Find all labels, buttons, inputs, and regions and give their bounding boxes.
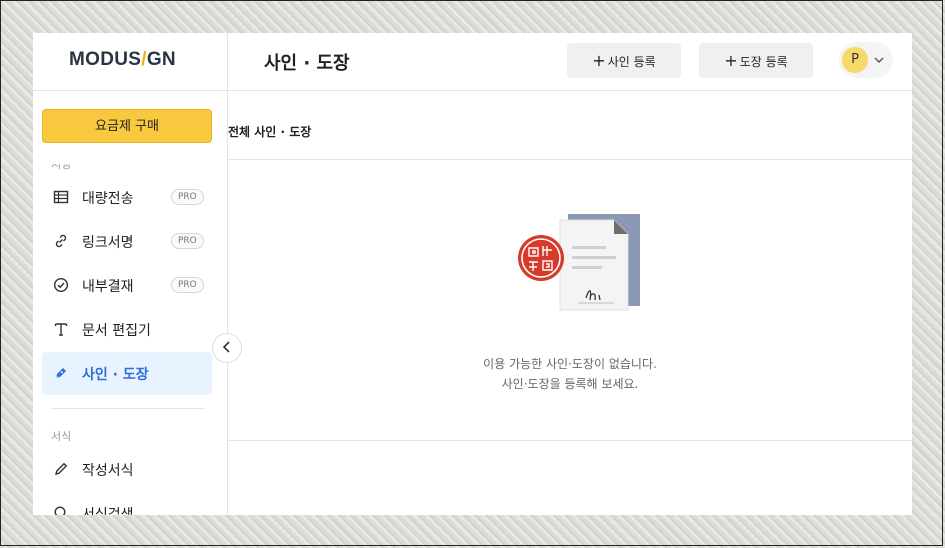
sidebar-item-label: 서식검색 <box>82 507 134 515</box>
plus-icon: + <box>724 51 738 70</box>
sidebar-item-label: 내부결재 <box>82 279 134 295</box>
collapse-sidebar-button[interactable] <box>212 333 242 363</box>
sidebar-nav[interactable]: 서명 대량전송 PRO 링크서명 PRO 내부결재 PRO 문서 편집기 사인 … <box>33 164 227 515</box>
header: 사인 · 도장 + 사인 등록 + 도장 등록 P <box>228 33 912 91</box>
sidebar: MODUS/GN 요금제 구매 서명 대량전송 PRO 링크서명 PRO 내부결… <box>33 33 228 515</box>
text-icon <box>52 321 70 339</box>
empty-message: 이용 가능한 사인·도장이 없습니다. <box>483 357 657 371</box>
sidebar-item-written-forms[interactable]: 작성서식 <box>42 448 212 491</box>
pro-badge: PRO <box>171 277 204 293</box>
sidebar-item-bulk-send[interactable]: 대량전송 PRO <box>42 176 212 219</box>
sidebar-divider <box>51 408 205 409</box>
table-icon <box>52 189 70 207</box>
add-stamp-button[interactable]: + 도장 등록 <box>699 43 813 78</box>
add-sign-button[interactable]: + 사인 등록 <box>567 43 681 78</box>
avatar: P <box>842 47 868 73</box>
pencil-icon <box>52 461 70 479</box>
section-label-sign: 서명 <box>51 164 72 171</box>
sidebar-item-label: 작성서식 <box>82 463 134 479</box>
pro-badge: PRO <box>171 189 204 205</box>
section-label-forms: 서식 <box>51 430 72 443</box>
chevron-left-icon <box>222 338 232 357</box>
logo-text-left: MODUS <box>69 49 142 70</box>
pro-badge: PRO <box>171 233 204 249</box>
content-subheader: 전체 사인 · 도장 <box>228 91 912 160</box>
link-icon <box>52 233 70 251</box>
app-window: MODUS/GN 요금제 구매 서명 대량전송 PRO 링크서명 PRO 내부결… <box>33 33 912 515</box>
empty-hint: 사인·도장을 등록해 보세요. <box>501 377 639 391</box>
sidebar-item-sign-stamp[interactable]: 사인 · 도장 <box>42 352 212 395</box>
pen-icon <box>52 365 70 383</box>
sidebar-item-form-search[interactable]: 서식검색 <box>42 492 212 515</box>
plus-icon: + <box>592 51 606 70</box>
user-menu-button[interactable]: P <box>839 42 893 78</box>
sidebar-item-label: 문서 편집기 <box>82 323 151 339</box>
add-stamp-label: 도장 등록 <box>739 55 788 69</box>
logo[interactable]: MODUS/GN <box>69 49 176 71</box>
search-icon <box>52 505 70 515</box>
logo-area: MODUS/GN <box>33 33 227 91</box>
check-circle-icon <box>52 277 70 295</box>
sidebar-item-doc-editor[interactable]: 문서 편집기 <box>42 308 212 351</box>
page-title: 사인 · 도장 <box>264 53 350 74</box>
sidebar-item-link-sign[interactable]: 링크서명 PRO <box>42 220 212 263</box>
sidebar-item-label: 사인 · 도장 <box>82 367 149 383</box>
empty-state: 이용 가능한 사인·도장이 없습니다. 사인·도장을 등록해 보세요. <box>228 160 912 441</box>
sign-stamp-illustration-icon <box>516 212 640 316</box>
add-sign-label: 사인 등록 <box>607 55 656 69</box>
sidebar-item-label: 링크서명 <box>82 235 134 251</box>
buy-plan-button[interactable]: 요금제 구매 <box>42 109 212 143</box>
sidebar-item-internal-approval[interactable]: 내부결재 PRO <box>42 264 212 307</box>
content-subtitle: 전체 사인 · 도장 <box>228 125 312 139</box>
logo-text-right: GN <box>146 49 176 70</box>
chevron-down-icon <box>873 50 885 73</box>
sidebar-item-label: 대량전송 <box>82 191 134 207</box>
